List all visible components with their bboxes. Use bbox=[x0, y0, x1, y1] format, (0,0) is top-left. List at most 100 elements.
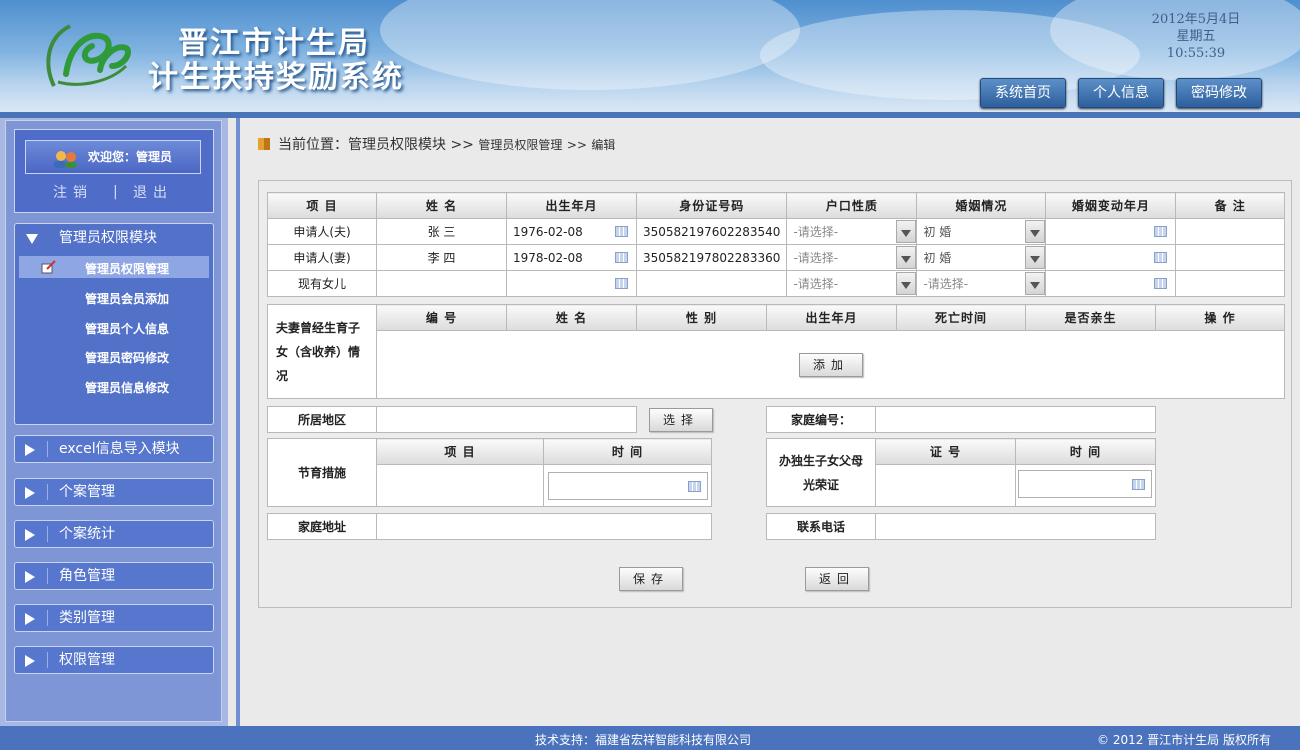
col-marriage: 婚姻情况 bbox=[916, 192, 1047, 219]
children-label: 夫妻曾经生育子女（含收养）情况 bbox=[267, 304, 377, 399]
row-item: 申请人(夫) bbox=[267, 218, 377, 245]
col-cert-no: 证 号 bbox=[875, 438, 1016, 465]
dropdown-arrow-icon[interactable] bbox=[896, 246, 917, 269]
main-content: 当前位置：管理员权限模块 >> 管理员权限管理 >> 编辑 项 目 姓 名 出生… bbox=[236, 118, 1300, 726]
time-text: 10:55:39 bbox=[1166, 46, 1226, 61]
add-child-button[interactable]: 添加 bbox=[799, 353, 863, 377]
calendar-icon[interactable] bbox=[1154, 226, 1168, 237]
hukou-select[interactable]: -请选择- bbox=[786, 270, 918, 297]
menu-excel-import[interactable]: excel信息导入模块 bbox=[14, 435, 214, 463]
remark-field[interactable] bbox=[1175, 218, 1285, 245]
link-separator: | bbox=[113, 184, 118, 200]
birth-measure-table: 节育措施 项 目 时 间 bbox=[267, 438, 712, 507]
breadcrumb-level2[interactable]: 管理员权限管理 bbox=[478, 138, 562, 152]
calendar-icon[interactable] bbox=[615, 226, 628, 237]
region-field[interactable] bbox=[376, 406, 637, 433]
calendar-icon[interactable] bbox=[688, 481, 701, 492]
menu-category-management[interactable]: 类别管理 bbox=[14, 604, 214, 632]
exit-link[interactable]: 退出 bbox=[133, 182, 173, 202]
cert-no-field[interactable] bbox=[875, 464, 1016, 507]
submenu-admin-personal-info[interactable]: 管理员个人信息 bbox=[85, 320, 169, 337]
dropdown-arrow-icon[interactable] bbox=[896, 272, 917, 295]
save-button[interactable]: 保存 bbox=[619, 567, 683, 591]
name-field[interactable]: 张 三 bbox=[376, 218, 507, 245]
id-number-field[interactable]: 350582197602283540 bbox=[635, 218, 788, 245]
menu-separator bbox=[47, 484, 48, 500]
measure-item-field[interactable] bbox=[376, 464, 544, 507]
col-child-action: 操 作 bbox=[1155, 304, 1285, 331]
birth-date-field[interactable]: 1976-02-08 bbox=[506, 218, 637, 245]
menu-separator bbox=[47, 441, 48, 457]
family-no-field[interactable] bbox=[875, 406, 1156, 433]
name-field[interactable]: 李 四 bbox=[376, 244, 507, 271]
welcome-banner: 欢迎您：管理员 bbox=[25, 140, 201, 174]
sidebar-panel: 欢迎您：管理员 注销 | 退出 管理员权限模块 管理员权限管理 管理员会员添加 … bbox=[5, 120, 222, 722]
menu-label: excel信息导入模块 bbox=[59, 441, 180, 457]
hukou-select-value: -请选择- bbox=[793, 251, 839, 265]
address-table: 家庭地址 bbox=[267, 513, 712, 540]
dropdown-arrow-icon[interactable] bbox=[1025, 272, 1046, 295]
submenu-admin-password-change[interactable]: 管理员密码修改 bbox=[85, 349, 169, 366]
breadcrumb-level1[interactable]: 管理员权限模块 bbox=[348, 137, 446, 153]
dropdown-arrow-icon[interactable] bbox=[1025, 246, 1046, 269]
marriage-change-date-field[interactable] bbox=[1045, 270, 1177, 297]
dropdown-arrow-icon[interactable] bbox=[1025, 220, 1046, 243]
col-child-birth: 出生年月 bbox=[766, 304, 897, 331]
applicant-table: 项 目 姓 名 出生年月 身份证号码 户口性质 婚姻情况 婚姻变动年月 备 注 … bbox=[267, 192, 1285, 297]
submenu-admin-permission-manage[interactable]: 管理员权限管理 bbox=[85, 260, 169, 277]
table-row: 申请人(妻) 李 四 1978-02-08 350582197802283360… bbox=[267, 244, 1285, 271]
marriage-change-date-field[interactable] bbox=[1045, 218, 1177, 245]
menu-separator bbox=[47, 526, 48, 542]
menu-head-admin-permission[interactable]: 管理员权限模块 bbox=[15, 224, 213, 252]
col-measure-item: 项 目 bbox=[376, 438, 544, 465]
submenu-admin-info-edit[interactable]: 管理员信息修改 bbox=[85, 379, 169, 396]
hukou-select-value: -请选择- bbox=[793, 277, 839, 291]
menu-case-statistics[interactable]: 个案统计 bbox=[14, 520, 214, 548]
marriage-change-date-field[interactable] bbox=[1045, 244, 1177, 271]
hukou-select[interactable]: -请选择- bbox=[786, 218, 918, 245]
dropdown-arrow-icon[interactable] bbox=[896, 220, 917, 243]
row-item: 申请人(妻) bbox=[267, 244, 377, 271]
calendar-icon[interactable] bbox=[1154, 278, 1168, 289]
profile-button[interactable]: 个人信息 bbox=[1078, 78, 1164, 108]
address-label: 家庭地址 bbox=[267, 513, 377, 540]
address-field[interactable] bbox=[376, 513, 712, 540]
id-number-field[interactable] bbox=[635, 270, 788, 297]
marriage-select[interactable]: 初 婚 bbox=[916, 218, 1047, 245]
home-button[interactable]: 系统首页 bbox=[980, 78, 1066, 108]
menu-label: 角色管理 bbox=[59, 568, 115, 584]
birth-date-field[interactable] bbox=[506, 270, 637, 297]
logout-link[interactable]: 注销 bbox=[53, 182, 93, 202]
submenu-admin-member-add[interactable]: 管理员会员添加 bbox=[85, 290, 169, 307]
remark-field[interactable] bbox=[1175, 244, 1285, 271]
menu-admin-permission: 管理员权限模块 管理员权限管理 管理员会员添加 管理员个人信息 管理员密码修改 … bbox=[14, 223, 214, 425]
hukou-select[interactable]: -请选择- bbox=[786, 244, 918, 271]
calendar-icon[interactable] bbox=[615, 252, 628, 263]
select-region-button[interactable]: 选择 bbox=[649, 408, 713, 432]
name-field[interactable] bbox=[376, 270, 507, 297]
phone-table: 联系电话 bbox=[766, 513, 1156, 540]
marriage-select[interactable]: 初 婚 bbox=[916, 244, 1047, 271]
back-button[interactable]: 返回 bbox=[805, 567, 869, 591]
calendar-icon[interactable] bbox=[1132, 479, 1145, 490]
change-password-button[interactable]: 密码修改 bbox=[1176, 78, 1262, 108]
calendar-icon[interactable] bbox=[615, 278, 628, 289]
menu-case-management[interactable]: 个案管理 bbox=[14, 478, 214, 506]
hukou-select-value: -请选择- bbox=[793, 225, 839, 239]
weekday-text: 星期五 bbox=[1176, 29, 1216, 44]
region-table: 所居地区 bbox=[267, 406, 637, 433]
only-child-table: 办独生子女父母光荣证 证 号 时 间 bbox=[766, 438, 1156, 507]
menu-permission-management[interactable]: 权限管理 bbox=[14, 646, 214, 674]
tech-support-text: 技术支持：福建省宏祥智能科技有限公司 bbox=[535, 733, 752, 747]
users-icon bbox=[54, 151, 77, 168]
measure-time-input[interactable] bbox=[548, 472, 708, 500]
menu-role-management[interactable]: 角色管理 bbox=[14, 562, 214, 590]
menu-separator bbox=[47, 652, 48, 668]
calendar-icon[interactable] bbox=[1154, 252, 1168, 263]
phone-field[interactable] bbox=[875, 513, 1156, 540]
birth-date-field[interactable]: 1978-02-08 bbox=[506, 244, 637, 271]
id-number-field[interactable]: 350582197802283360 bbox=[635, 244, 788, 271]
marriage-select[interactable]: -请选择- bbox=[916, 270, 1047, 297]
remark-field[interactable] bbox=[1175, 270, 1285, 297]
triangle-right-icon bbox=[25, 529, 35, 541]
